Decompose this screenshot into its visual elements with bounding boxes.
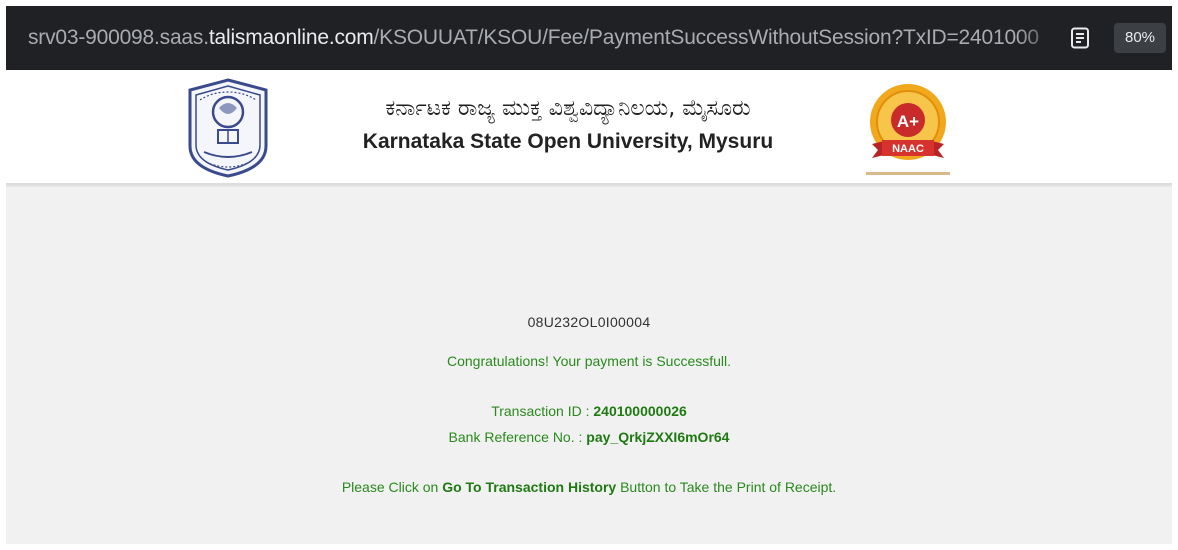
url-path: /KSOUUAT/KSOU/Fee/PaymentSuccessWithoutS… bbox=[373, 26, 1040, 49]
browser-window: srv03-900098.saas.talismaonline.com/KSOU… bbox=[6, 6, 1172, 544]
naac-grade: A+ bbox=[897, 112, 919, 131]
address-bar[interactable]: srv03-900098.saas.talismaonline.com/KSOU… bbox=[6, 6, 1172, 70]
bank-reference-row: Bank Reference No. : pay_QrkjZXXI6mOr64 bbox=[6, 429, 1172, 445]
receipt-instruction: Please Click on Go To Transaction Histor… bbox=[6, 479, 1172, 495]
transaction-id-row: Transaction ID : 240100000026 bbox=[6, 403, 1172, 419]
url-fade bbox=[1016, 14, 1064, 62]
bank-reference-label: Bank Reference No. : bbox=[448, 429, 587, 445]
site-header: ಕರ್ನಾಟಕ ರಾಜ್ಯ ಮುಕ್ತ ವಿಶ್ವವಿದ್ಯಾನಿಲಯ, ಮೈಸ… bbox=[6, 70, 1172, 185]
instruction-suffix: Button to Take the Print of Receipt. bbox=[616, 479, 837, 495]
instruction-prefix: Please Click on bbox=[341, 479, 443, 495]
university-title-english: Karnataka State Open University, Mysuru bbox=[362, 130, 774, 153]
application-reference-code: 08U232OL0I00004 bbox=[527, 314, 651, 330]
university-title-kannada: ಕರ್ನಾಟಕ ರಾಜ್ಯ ಮುಕ್ತ ವಿಶ್ವವಿದ್ಯಾನಿಲಯ, ಮೈಸ… bbox=[385, 96, 751, 121]
url-field[interactable]: srv03-900098.saas.talismaonline.com/KSOU… bbox=[28, 6, 1062, 70]
url-prefix: srv03-900098.saas. bbox=[28, 26, 209, 49]
transaction-id-value: 240100000026 bbox=[593, 403, 687, 419]
bank-reference-value: pay_QrkjZXXI6mOr64 bbox=[586, 429, 730, 445]
naac-badge: A+ NAAC bbox=[852, 80, 964, 184]
zoom-level-button[interactable]: 80% bbox=[1114, 23, 1166, 53]
payment-result-panel: 08U232OL0I00004 Congratulations! Your pa… bbox=[6, 187, 1172, 544]
instruction-button-name: Go To Transaction History bbox=[442, 479, 617, 495]
url-host: talismaonline.com bbox=[208, 26, 374, 49]
transaction-id-label: Transaction ID : bbox=[491, 403, 594, 419]
university-logo bbox=[182, 76, 274, 180]
success-message: Congratulations! Your payment is Success… bbox=[446, 353, 732, 369]
naac-label: NAAC bbox=[892, 143, 924, 155]
reader-mode-icon[interactable] bbox=[1070, 27, 1090, 49]
